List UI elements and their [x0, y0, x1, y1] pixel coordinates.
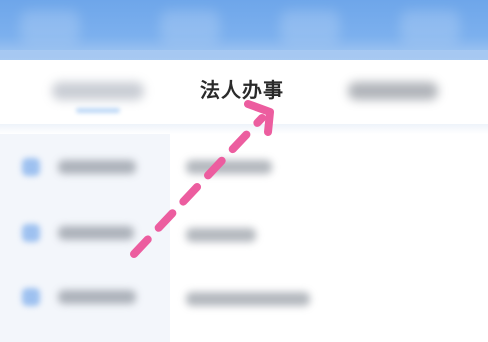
category-icon — [22, 224, 40, 242]
sidebar-item[interactable] — [0, 146, 170, 186]
list-item[interactable] — [186, 146, 286, 186]
category-icon — [22, 288, 40, 306]
sidebar-item[interactable] — [0, 276, 170, 316]
category-icon — [22, 158, 40, 176]
header-blurred-item — [280, 10, 340, 44]
list-item[interactable] — [186, 278, 326, 318]
category-sidebar — [0, 134, 170, 342]
header-blurred-item — [160, 10, 220, 44]
tab-bar: 法人办事 — [0, 60, 488, 124]
header-blurred-item — [20, 10, 80, 44]
app-screen: 法人办事 — [0, 0, 488, 342]
sidebar-item-label-blurred — [58, 226, 134, 240]
sidebar-item-label-blurred — [58, 290, 136, 304]
list-item-label-blurred — [186, 160, 272, 174]
tab-blurred-right[interactable] — [348, 82, 438, 100]
sidebar-item-label-blurred — [58, 160, 136, 174]
header-blurred-item — [400, 10, 460, 44]
tab-divider — [0, 124, 488, 134]
list-item-label-blurred — [186, 292, 310, 306]
list-item[interactable] — [186, 214, 276, 254]
sidebar-item[interactable] — [0, 212, 170, 252]
list-item-label-blurred — [186, 228, 256, 242]
tab-active-indicator — [76, 108, 120, 113]
